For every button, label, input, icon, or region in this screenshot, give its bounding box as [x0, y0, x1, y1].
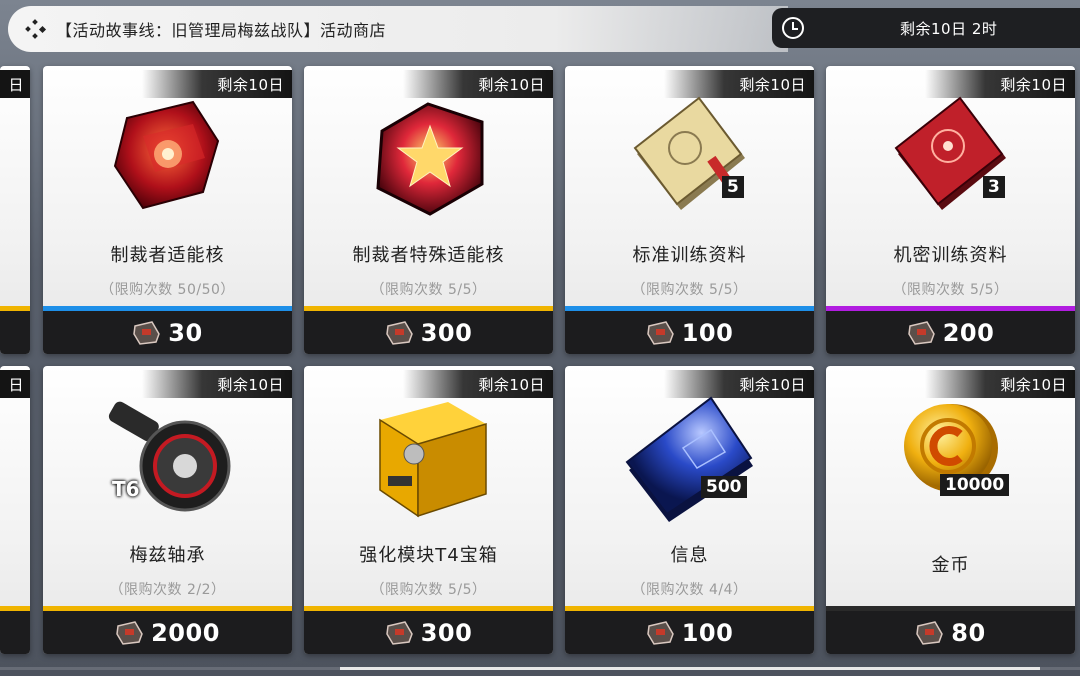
- shop-item-card[interactable]: 剩余10日 制裁者特殊适能核 （限购次数 5/5） 300: [304, 66, 553, 354]
- price: 300: [420, 618, 473, 647]
- currency-icon: [646, 320, 674, 345]
- shop-item-card[interactable]: 剩余10日 制裁者适能核 （限购次数 50/50） 30: [43, 66, 292, 354]
- price-bar: 300: [304, 611, 553, 654]
- currency-icon: [385, 620, 413, 645]
- purchase-limit: （限购次数 50/50）: [100, 282, 235, 298]
- item-name: 信息: [670, 545, 709, 566]
- item-quantity: 500: [701, 476, 747, 498]
- purchase-limit: （限购次数 2/2）: [109, 582, 226, 598]
- price-bar: 30: [43, 311, 292, 354]
- remaining-badge: 日: [8, 376, 24, 394]
- remaining-badge: 剩余10日: [478, 376, 545, 394]
- bearing-icon: [43, 396, 292, 546]
- remaining-badge: 剩余10日: [217, 376, 284, 394]
- purchase-limit: （限购次数 5/5）: [892, 282, 1009, 298]
- remaining-badge: 剩余10日: [1000, 376, 1067, 394]
- item-name: 强化模块T4宝箱: [359, 545, 498, 566]
- core-icon: [43, 96, 292, 246]
- price: 100: [681, 318, 734, 347]
- information-book-icon: [565, 396, 814, 546]
- item-name: 梅兹轴承: [129, 545, 206, 566]
- price-bar: 100: [565, 611, 814, 654]
- item-name: 标准训练资料: [632, 245, 747, 266]
- currency-icon: [646, 620, 674, 645]
- training-manual-icon: [565, 96, 814, 246]
- remaining-badge: 剩余10日: [1000, 76, 1067, 94]
- price-bar: 2000: [43, 611, 292, 654]
- remaining-badge: 剩余10日: [739, 76, 806, 94]
- price: 100: [681, 618, 734, 647]
- item-quantity: 3: [983, 176, 1005, 198]
- item-name: 金币: [931, 555, 970, 576]
- item-name: 制裁者特殊适能核: [352, 245, 505, 266]
- purchase-limit: （限购次数 5/5）: [631, 282, 748, 298]
- price: 80: [951, 618, 986, 647]
- shop-item-card[interactable]: 剩余10日 3 机密训练资料 （限购次数 5/5） 200: [826, 66, 1075, 354]
- currency-icon: [916, 620, 944, 645]
- shop-item-card[interactable]: 剩余10日 T6 梅兹轴承 （限购次数 2/2） 2000: [43, 366, 292, 654]
- price-bar: 300: [304, 311, 553, 354]
- shop-item-card-partial[interactable]: 日: [0, 66, 30, 354]
- shop-item-card[interactable]: 剩余10日 500 信息 （限购次数 4/4） 100: [565, 366, 814, 654]
- shop-item-card-partial[interactable]: 日: [0, 366, 30, 654]
- shop-item-card[interactable]: 剩余10日 强化模块T4宝箱 （限购次数 5/5） 300: [304, 366, 553, 654]
- price: 30: [168, 318, 203, 347]
- price-bar: 80: [826, 611, 1075, 654]
- remaining-badge: 剩余10日: [739, 376, 806, 394]
- currency-icon: [133, 320, 161, 345]
- shop-screen: 【活动故事线：旧管理局梅兹战队】活动商店 剩余10日 2时 日 日 剩余10日: [0, 0, 1080, 676]
- purchase-limit: （限购次数 5/5）: [370, 282, 487, 298]
- price-bar: [0, 611, 30, 654]
- remaining-badge: 日: [8, 76, 24, 94]
- remaining-badge: 剩余10日: [478, 76, 545, 94]
- currency-icon: [385, 320, 413, 345]
- price: 300: [420, 318, 473, 347]
- price-bar: 100: [565, 311, 814, 354]
- price-bar: [0, 311, 30, 354]
- price: 2000: [151, 618, 220, 647]
- shop-item-card[interactable]: 剩余10日 5 标准训练资料 （限购次数 5/5） 100: [565, 66, 814, 354]
- module-chest-icon: [304, 396, 553, 546]
- currency-icon: [907, 320, 935, 345]
- price-bar: 200: [826, 311, 1075, 354]
- special-core-icon: [304, 96, 553, 246]
- currency-icon: [116, 620, 143, 645]
- item-quantity: 10000: [940, 474, 1010, 496]
- gold-coin-icon: [826, 396, 1075, 546]
- price: 200: [942, 318, 995, 347]
- item-tier: T6: [112, 477, 140, 501]
- shop-item-card[interactable]: 剩余10日 10000 金币 80: [826, 366, 1075, 654]
- item-name: 制裁者适能核: [110, 245, 225, 266]
- item-quantity: 5: [722, 176, 744, 198]
- item-grid: 日 日 剩余10日 制裁者适能核 （限购次数 50/50） 30 剩余10日 制…: [0, 0, 1080, 676]
- item-name: 机密训练资料: [893, 245, 1008, 266]
- remaining-badge: 剩余10日: [217, 76, 284, 94]
- scrollbar-thumb[interactable]: [340, 667, 1040, 670]
- purchase-limit: （限购次数 4/4）: [631, 582, 748, 598]
- purchase-limit: （限购次数 5/5）: [370, 582, 487, 598]
- classified-manual-icon: [826, 96, 1075, 246]
